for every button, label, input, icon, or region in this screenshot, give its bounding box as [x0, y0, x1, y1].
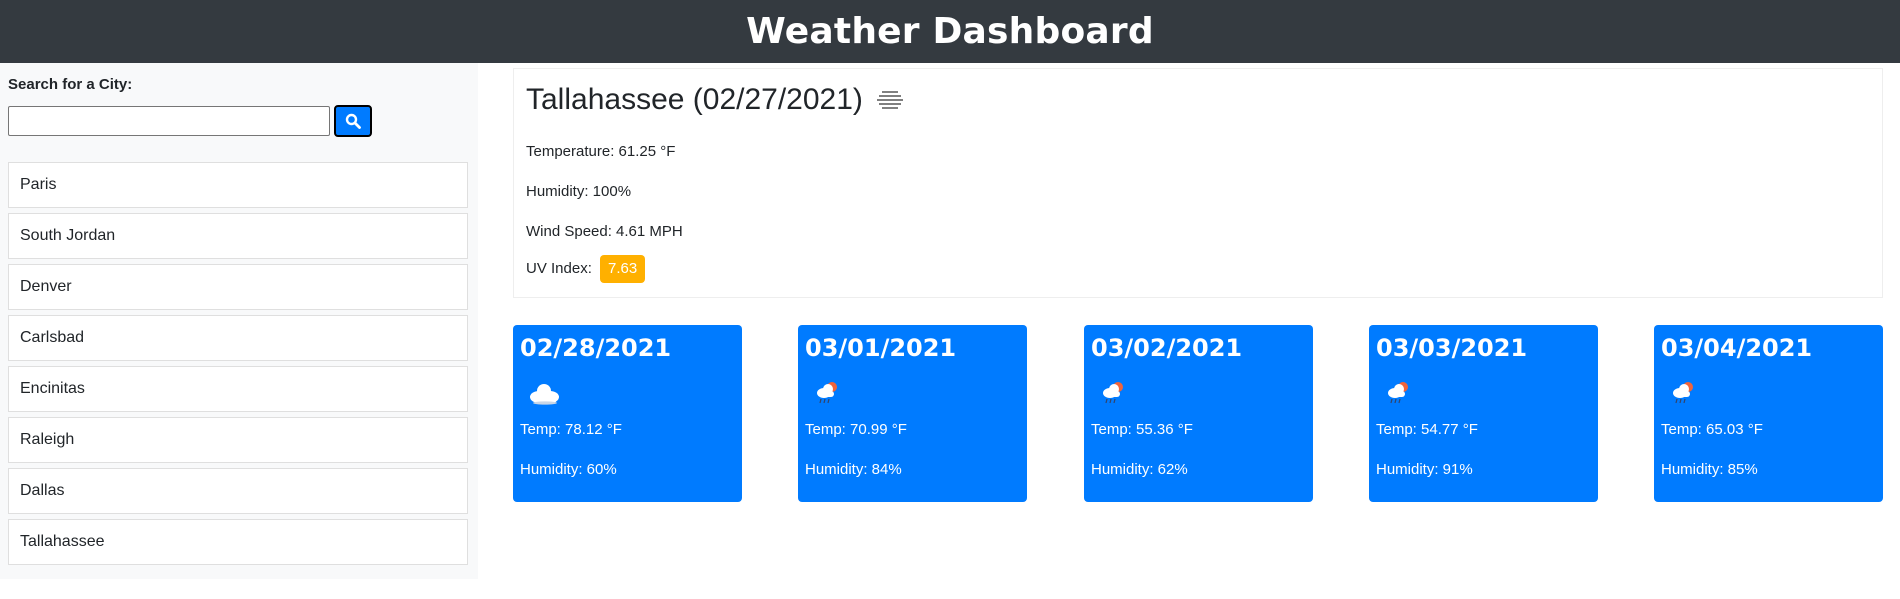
app-title: Weather Dashboard	[746, 11, 1154, 52]
sun-cloud-rain-icon	[817, 382, 837, 404]
forecast-humidity: Humidity: 62%	[1091, 461, 1188, 478]
forecast-temp: Temp: 54.77 °F	[1376, 421, 1478, 438]
forecast-date: 03/04/2021	[1661, 334, 1813, 362]
sun-cloud-rain-icon	[1103, 382, 1123, 404]
forecast-humidity: Humidity: 60%	[520, 461, 617, 478]
forecast-date: 03/01/2021	[805, 334, 957, 362]
forecast-temp: Temp: 55.36 °F	[1091, 421, 1193, 438]
forecast-temp: Temp: 70.99 °F	[805, 421, 907, 438]
history-item-raleigh[interactable]: Raleigh	[8, 417, 468, 463]
forecast-date: 02/28/2021	[520, 334, 672, 362]
forecast-temp: Temp: 78.12 °F	[520, 421, 622, 438]
forecast-card: 03/04/2021 Temp: 65.03 °F Humidity: 85%	[1654, 325, 1883, 502]
search-history-list: Paris South Jordan Denver Carlsbad Encin…	[8, 162, 468, 570]
forecast-card: 03/03/2021 Temp: 54.77 °F Humidity: 91%	[1369, 325, 1598, 502]
history-item-denver[interactable]: Denver	[8, 264, 468, 310]
uv-index-badge: 7.63	[600, 255, 646, 283]
history-item-encinitas[interactable]: Encinitas	[8, 366, 468, 412]
history-item-south-jordan[interactable]: South Jordan	[8, 213, 468, 259]
search-input[interactable]	[8, 106, 330, 136]
history-item-paris[interactable]: Paris	[8, 162, 468, 208]
current-weather-title: Tallahassee (02/27/2021)	[526, 83, 905, 117]
forecast-date: 03/03/2021	[1376, 334, 1528, 362]
forecast-humidity: Humidity: 84%	[805, 461, 902, 478]
cloud-icon	[530, 384, 559, 405]
forecast-card: 03/02/2021 Temp: 55.36 °F Humidity: 62%	[1084, 325, 1313, 502]
uv-index-label: UV Index:	[526, 260, 592, 277]
forecast-card: 03/01/2021 Temp: 70.99 °F Humidity: 84%	[798, 325, 1027, 502]
current-uv-index: UV Index: 7.63	[526, 255, 646, 283]
current-humidity: Humidity: 100%	[526, 183, 632, 200]
app-header: Weather Dashboard	[0, 0, 1900, 63]
current-wind-speed: Wind Speed: 4.61 MPH	[526, 223, 683, 240]
sun-cloud-rain-icon	[1388, 382, 1408, 404]
forecast-humidity: Humidity: 91%	[1376, 461, 1473, 478]
forecast-humidity: Humidity: 85%	[1661, 461, 1758, 478]
history-item-carlsbad[interactable]: Carlsbad	[8, 315, 468, 361]
forecast-date: 03/02/2021	[1091, 334, 1243, 362]
search-button[interactable]	[334, 105, 372, 137]
search-icon	[345, 113, 361, 129]
mist-icon	[875, 89, 905, 111]
current-temperature: Temperature: 61.25 °F	[526, 143, 676, 160]
forecast-temp: Temp: 65.03 °F	[1661, 421, 1763, 438]
current-weather-card: Tallahassee (02/27/2021) Temperature: 61…	[513, 68, 1883, 298]
history-item-dallas[interactable]: Dallas	[8, 468, 468, 514]
sun-cloud-rain-icon	[1673, 382, 1693, 404]
sidebar: Search for a City: Paris South Jordan De…	[0, 63, 478, 579]
current-city-date: Tallahassee (02/27/2021)	[526, 83, 863, 116]
history-item-tallahassee[interactable]: Tallahassee	[8, 519, 468, 565]
forecast-card: 02/28/2021 Temp: 78.12 °F Humidity: 60%	[513, 325, 742, 502]
search-label: Search for a City:	[8, 76, 133, 93]
